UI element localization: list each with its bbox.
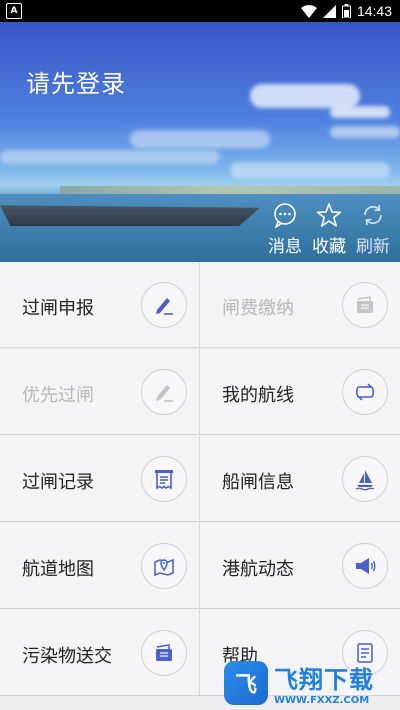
notification-icon: A [6, 3, 22, 19]
battery-icon [341, 4, 351, 18]
chat-bubble-icon [274, 203, 296, 228]
lock-declaration-item[interactable]: 过闸申报 [0, 262, 200, 348]
login-prompt[interactable]: 请先登录 [26, 64, 126, 99]
my-routes-item[interactable]: 我的航线 [200, 349, 400, 435]
map-pin-icon [141, 543, 187, 589]
megaphone-icon [342, 543, 388, 589]
passage-records-label: 过闸记录 [22, 472, 94, 493]
pollutant-delivery-item[interactable]: 污染物送交 [0, 610, 200, 696]
priority-passage-item[interactable]: 优先过闸 [0, 349, 200, 435]
lock-fee-payment-label: 闸费缴纳 [222, 298, 294, 319]
wifi-icon [300, 4, 317, 18]
watermark: 飞 飞翔下载 WWW.FXXZ.COM [224, 656, 396, 710]
function-grid: 过闸申报 闸费缴纳 优先过闸 我的航线 过闸记录 船闸信息 航道地图 港航动态 … [0, 262, 400, 710]
signal-icon [322, 4, 336, 18]
card-icon [141, 630, 187, 676]
pen-icon [141, 369, 187, 415]
header-banner: 请先登录 消息 收藏 刷新 [0, 22, 400, 262]
waterway-map-item[interactable]: 航道地图 [0, 523, 200, 609]
my-routes-label: 我的航线 [222, 385, 294, 406]
route-icon [342, 369, 388, 415]
status-icons: 14:43 [300, 3, 392, 19]
messages-label: 消息 [268, 237, 302, 257]
card-icon [342, 282, 388, 328]
pollutant-delivery-label: 污染物送交 [22, 646, 112, 667]
favorites-label: 收藏 [312, 237, 346, 257]
receipt-icon [141, 456, 187, 502]
favorites-button[interactable]: 收藏 [312, 202, 346, 257]
watermark-logo: 飞 [224, 661, 268, 705]
refresh-button[interactable]: 刷新 [356, 202, 390, 257]
watermark-text: 飞翔下载 [274, 666, 374, 694]
refresh-label: 刷新 [356, 237, 390, 257]
clock: 14:43 [356, 3, 392, 19]
messages-button[interactable]: 消息 [268, 202, 302, 257]
lock-info-label: 船闸信息 [222, 472, 294, 493]
lock-declaration-label: 过闸申报 [22, 298, 94, 319]
sailboat-icon [342, 456, 388, 502]
refresh-icon [364, 204, 382, 226]
watermark-url: WWW.FXXZ.COM [274, 695, 370, 706]
priority-passage-label: 优先过闸 [22, 385, 94, 406]
port-news-item[interactable]: 港航动态 [200, 523, 400, 609]
port-news-label: 港航动态 [222, 559, 294, 580]
header-actions: 消息 收藏 刷新 [268, 202, 390, 257]
lock-info-item[interactable]: 船闸信息 [200, 436, 400, 522]
lock-fee-payment-item[interactable]: 闸费缴纳 [200, 262, 400, 348]
status-bar: A 14:43 [0, 0, 400, 22]
star-icon [316, 203, 342, 227]
pen-icon [141, 282, 187, 328]
waterway-map-label: 航道地图 [22, 559, 94, 580]
passage-records-item[interactable]: 过闸记录 [0, 436, 200, 522]
